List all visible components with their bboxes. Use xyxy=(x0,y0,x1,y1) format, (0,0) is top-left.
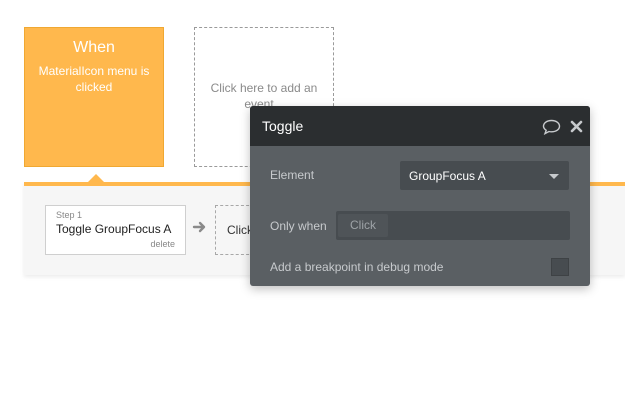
only-when-chip[interactable]: Click xyxy=(338,214,388,237)
step-number: Step 1 xyxy=(56,210,83,220)
event-pointer xyxy=(88,174,104,182)
element-select-value: GroupFocus A xyxy=(409,169,486,183)
step-title: Toggle GroupFocus A xyxy=(56,222,172,236)
panel-header: Toggle xyxy=(250,106,590,146)
step-delete-link[interactable]: delete xyxy=(150,239,175,249)
event-card[interactable]: When MaterialIcon menu is clicked xyxy=(24,27,164,167)
event-description: MaterialIcon menu is clicked xyxy=(38,64,150,94)
property-editor-panel: Toggle Element GroupFocus A Only when Cl… xyxy=(250,106,590,286)
element-select[interactable]: GroupFocus A xyxy=(400,161,569,190)
event-title: When xyxy=(73,39,115,56)
only-when-label: Only when xyxy=(270,219,327,233)
comment-icon[interactable] xyxy=(542,119,561,135)
only-when-condition-field[interactable]: Click xyxy=(336,211,570,240)
close-icon[interactable] xyxy=(570,120,583,133)
step-card[interactable]: Step 1 Toggle GroupFocus A delete xyxy=(45,205,186,255)
panel-title: Toggle xyxy=(262,118,304,134)
element-label: Element xyxy=(270,168,315,182)
chevron-down-icon xyxy=(549,174,559,179)
breakpoint-checkbox[interactable] xyxy=(551,258,569,276)
arrow-right-icon xyxy=(192,221,206,233)
breakpoint-label: Add a breakpoint in debug mode xyxy=(270,260,444,274)
